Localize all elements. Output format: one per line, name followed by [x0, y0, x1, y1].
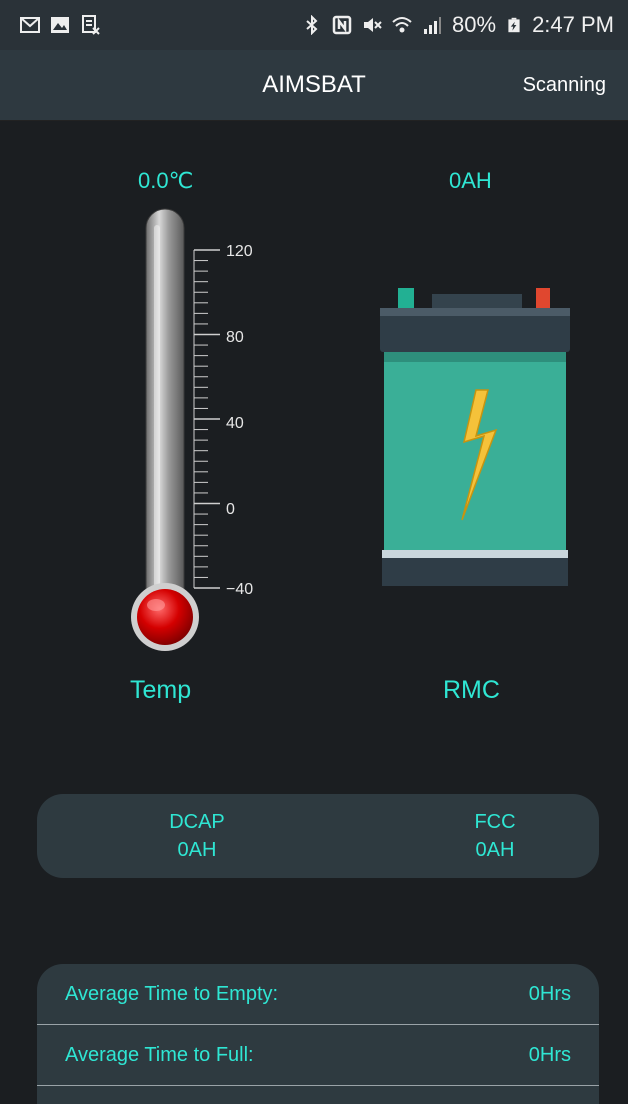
- gallery-icon: [51, 17, 69, 33]
- tick-label: 80: [226, 329, 244, 346]
- time-to-empty-row: Average Time to Empty: 0Hrs: [37, 964, 599, 1025]
- scanning-button[interactable]: Scanning: [523, 50, 606, 120]
- rmc-label: RMC: [443, 676, 500, 704]
- capacity-card: DCAP 0AH FCC 0AH: [37, 794, 599, 878]
- status-left-icons: [20, 15, 100, 35]
- mute-icon: [364, 18, 382, 32]
- nfc-icon: [332, 15, 352, 35]
- time-to-full-row: Average Time to Full: 0Hrs: [37, 1025, 599, 1086]
- gmail-icon: [20, 17, 40, 33]
- wifi-icon: [392, 17, 412, 33]
- tick-label: 0: [226, 501, 235, 518]
- dcap-value: 0AH: [177, 839, 217, 861]
- fcc-label: FCC: [474, 811, 516, 833]
- thermometer-scale: [193, 249, 220, 589]
- rmc-value: 0AH: [449, 168, 492, 193]
- battery-charging-icon: [508, 17, 520, 33]
- clock: 2:47 PM: [532, 12, 614, 37]
- signal-icon: [424, 17, 442, 34]
- tick-label: −40: [226, 581, 253, 598]
- tick-label: 120: [226, 243, 253, 260]
- time-to-empty-value: 0Hrs: [528, 983, 571, 1005]
- time-card: Average Time to Empty: 0Hrs Average Time…: [37, 964, 599, 1104]
- app-bar: AIMSBAT Scanning: [0, 50, 628, 121]
- thermometer-icon: 120 80 40 0 −40: [131, 208, 253, 651]
- tick-label: 40: [226, 415, 244, 432]
- fcc-value: 0AH: [475, 839, 515, 861]
- time-to-full-value: 0Hrs: [528, 1044, 571, 1066]
- status-bar: 80% 2:47 PM: [0, 0, 628, 50]
- status-right-icons: 80% 2:47 PM: [302, 12, 614, 38]
- temp-value: 0.0℃: [138, 168, 194, 193]
- fcc-column: FCC 0AH: [395, 808, 595, 864]
- screenshot-icon: [82, 15, 100, 35]
- bluetooth-icon: [306, 15, 318, 35]
- dcap-column: DCAP 0AH: [97, 808, 297, 864]
- temp-label: Temp: [130, 676, 192, 704]
- dcap-label: DCAP: [169, 811, 225, 833]
- battery-icon: [380, 288, 570, 586]
- time-to-empty-label: Average Time to Empty:: [65, 983, 279, 1005]
- time-to-full-label: Average Time to Full:: [65, 1044, 254, 1066]
- battery-percent: 80%: [452, 12, 497, 37]
